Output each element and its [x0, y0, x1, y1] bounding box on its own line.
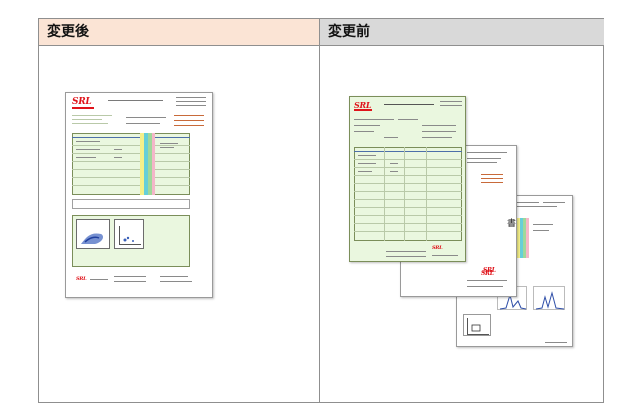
after-comment-box [72, 199, 190, 209]
after-stripe-pink [152, 133, 155, 195]
before-histogram-2 [533, 286, 565, 310]
before-back-logo: SRL [483, 267, 496, 274]
after-report-logo: SRL [72, 97, 92, 107]
before-scatter-small [463, 314, 491, 336]
before-column-header: 変更前 [320, 19, 604, 46]
before-middle-title-glyph: 書 [507, 219, 517, 229]
comparison-table: 変更後 変更前 SRL SRL 書 SRL SRL SRL SRL [38, 18, 604, 403]
after-scatter-plot-2 [114, 219, 144, 249]
before-results-table [354, 147, 462, 241]
after-scatter-plot [76, 219, 110, 249]
column-divider [319, 19, 320, 402]
after-report-logo-sub [72, 107, 94, 109]
after-column-header: 変更後 [39, 19, 319, 46]
after-report-sheet: SRL SRL [65, 92, 213, 298]
before-report-sheet-front: SRL SRL [349, 96, 466, 262]
